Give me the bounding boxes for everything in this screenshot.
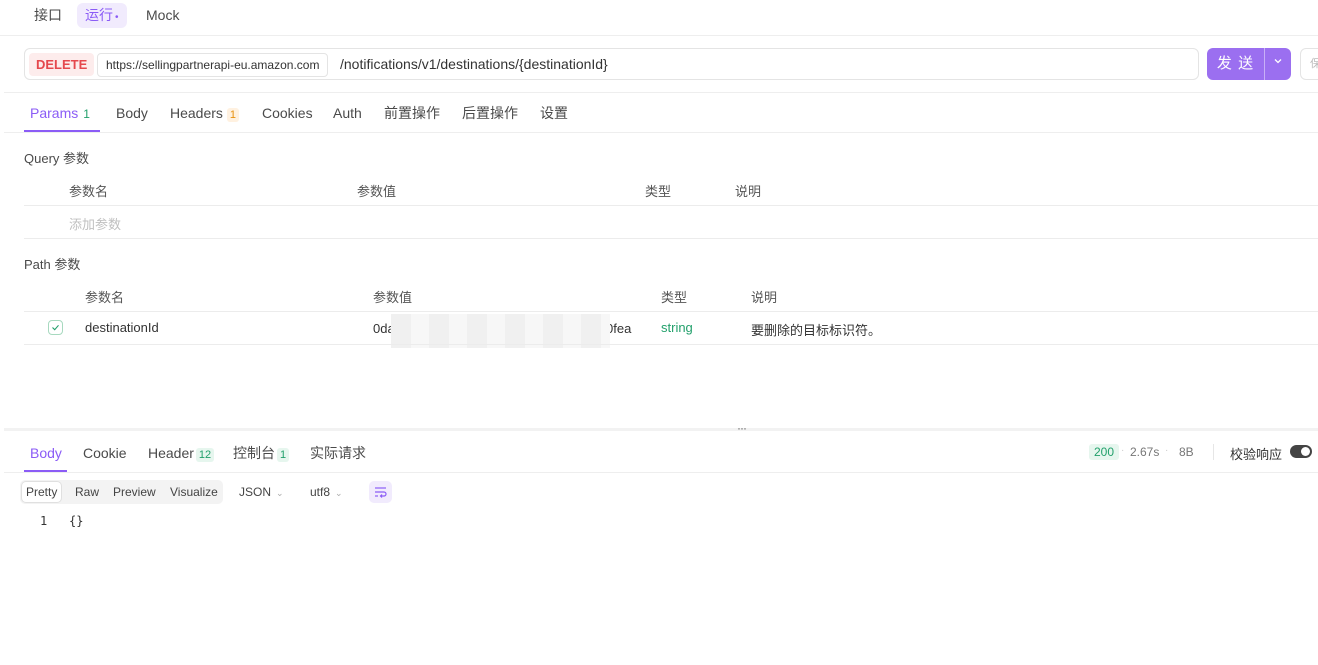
code-line-number: 1: [40, 514, 48, 528]
meta-separator: ·: [1121, 445, 1125, 456]
tab-settings-label: 设置: [540, 105, 568, 121]
param-description[interactable]: 要删除的目标标识符。: [751, 320, 881, 339]
response-tab-console-label: 控制台: [233, 445, 275, 461]
response-size: 8B: [1179, 445, 1194, 459]
tab-post-operations-label: 后置操作: [462, 105, 518, 121]
path-col-value: 参数值: [373, 290, 413, 305]
validate-response-toggle[interactable]: [1290, 445, 1312, 458]
tab-interface[interactable]: 接口: [26, 3, 70, 28]
send-button[interactable]: 发 送: [1207, 48, 1291, 80]
send-dropdown-chevron-down-icon[interactable]: [1265, 48, 1291, 80]
tab-pre-operations-label: 前置操作: [384, 105, 440, 121]
tab-cookies-label: Cookies: [262, 105, 313, 121]
tab-cookies[interactable]: Cookies: [262, 104, 313, 122]
query-params-title: Query 参数: [24, 151, 90, 166]
row-divider: [24, 344, 1318, 345]
divider: [4, 472, 1318, 473]
response-tab-header[interactable]: Header 12: [148, 444, 215, 462]
response-body-code[interactable]: {}: [69, 514, 83, 528]
path-col-type: 类型: [661, 290, 688, 305]
chevron-down-icon: ⌄: [335, 488, 343, 498]
status-badge: 200: [1089, 444, 1120, 460]
tab-settings[interactable]: 设置: [540, 104, 568, 122]
tab-params[interactable]: Params 1: [30, 104, 90, 122]
tab-mock-label: Mock: [146, 7, 180, 23]
query-col-type: 类型: [645, 184, 672, 199]
url-bar: DELETE https://sellingpartnerapi-eu.amaz…: [24, 48, 1199, 80]
response-time: 2.67s: [1130, 445, 1160, 459]
add-query-param-input[interactable]: 添加参数: [69, 214, 121, 233]
chevron-down-icon: ⌄: [276, 488, 284, 498]
row-divider: [24, 205, 1318, 206]
save-button-label: 保: [1310, 58, 1318, 70]
response-tab-actual-request-label: 实际请求: [310, 445, 366, 461]
divider: [4, 92, 1318, 93]
response-tab-cookie-label: Cookie: [83, 445, 127, 461]
response-tab-body-label: Body: [30, 445, 62, 461]
encoding-select[interactable]: utf8 ⌄: [310, 485, 343, 499]
encoding-select-value: utf8: [310, 485, 331, 499]
tab-auth-label: Auth: [333, 105, 362, 121]
word-wrap-icon: [375, 487, 387, 498]
param-type[interactable]: string: [661, 320, 693, 335]
tab-pre-operations[interactable]: 前置操作: [384, 104, 440, 122]
toggle-knob: [1301, 447, 1310, 456]
response-tab-header-label: Header: [148, 445, 194, 461]
tab-run[interactable]: 运行 •: [77, 3, 127, 28]
word-wrap-button[interactable]: [369, 481, 392, 503]
path-col-description: 说明: [751, 290, 778, 305]
tab-params-label: Params: [30, 105, 79, 121]
check-icon: [52, 324, 59, 331]
view-pretty-button[interactable]: Pretty: [22, 482, 62, 502]
params-count-badge: 1: [83, 107, 90, 121]
tab-run-dot: •: [115, 12, 119, 23]
view-preview-button[interactable]: Preview: [109, 482, 160, 502]
send-button-label: 发 送: [1216, 55, 1255, 72]
validate-response-label: 校验响应: [1230, 447, 1283, 462]
tab-body[interactable]: Body: [116, 104, 148, 122]
format-select-value: JSON: [239, 485, 272, 499]
tab-auth[interactable]: Auth: [333, 104, 362, 122]
chevron-down-icon: [1274, 59, 1282, 64]
host-select[interactable]: https://sellingpartnerapi-eu.amazon.com: [97, 53, 329, 77]
query-col-value: 参数值: [357, 184, 397, 199]
response-header-count-badge: 12: [195, 448, 215, 462]
tab-run-label: 运行: [85, 7, 113, 23]
tab-headers-label: Headers: [170, 105, 223, 121]
divider: [4, 132, 1318, 133]
tab-interface-label: 接口: [34, 7, 62, 23]
path-input[interactable]: /notifications/v1/destinations/{destinat…: [340, 49, 608, 79]
resize-handle-icon[interactable]: ···: [737, 421, 747, 435]
redacted-value-mask: [391, 314, 610, 348]
path-col-name: 参数名: [85, 290, 125, 305]
top-tab-bar: 接口 运行 • Mock: [0, 0, 1318, 36]
meta-separator: ·: [1165, 445, 1169, 456]
panel-resize-bar[interactable]: [4, 428, 1318, 431]
row-divider: [24, 311, 1318, 312]
response-tab-console[interactable]: 控制台 1: [233, 444, 290, 462]
path-params-title: Path 参数: [24, 257, 81, 272]
param-enabled-checkbox[interactable]: [48, 320, 63, 335]
tab-headers[interactable]: Headers 1: [170, 104, 240, 122]
view-mode-group: Pretty Raw Preview Visualize: [20, 480, 223, 504]
method-select[interactable]: DELETE: [29, 53, 95, 76]
query-col-name: 参数名: [69, 184, 109, 199]
console-count-badge: 1: [277, 448, 290, 462]
query-col-description: 说明: [735, 184, 762, 199]
headers-count-badge: 1: [226, 108, 240, 122]
param-name-destinationid[interactable]: destinationId: [85, 320, 159, 335]
response-tab-actual-request[interactable]: 实际请求: [310, 444, 366, 462]
row-divider: [24, 238, 1318, 239]
response-tab-cookie[interactable]: Cookie: [83, 444, 127, 462]
response-tab-body[interactable]: Body: [30, 444, 62, 462]
view-visualize-button[interactable]: Visualize: [166, 482, 222, 502]
tab-body-label: Body: [116, 105, 148, 121]
tab-mock[interactable]: Mock: [138, 3, 187, 28]
meta-divider: [1213, 444, 1214, 460]
save-button[interactable]: 保: [1300, 48, 1318, 80]
tab-post-operations[interactable]: 后置操作: [462, 104, 518, 122]
format-select[interactable]: JSON ⌄: [239, 485, 284, 499]
view-raw-button[interactable]: Raw: [71, 482, 103, 502]
